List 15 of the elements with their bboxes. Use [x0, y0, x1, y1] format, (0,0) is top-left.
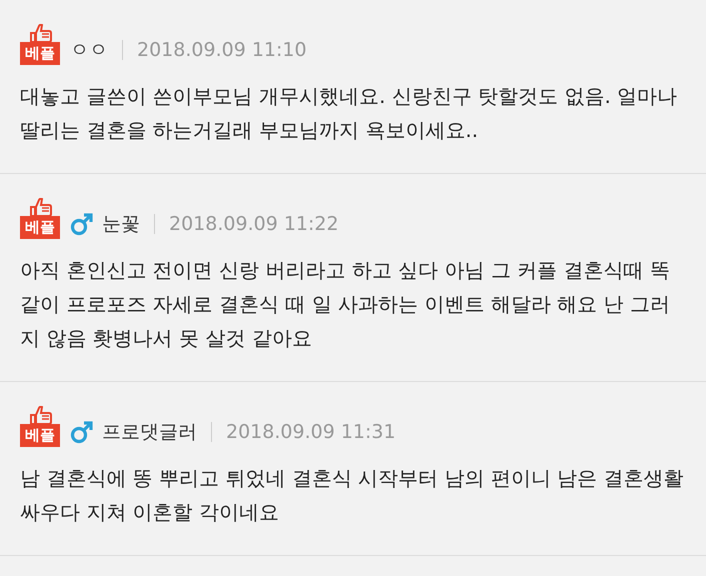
thumbs-up-icon — [30, 24, 52, 42]
author-name: 눈꽃 — [102, 212, 140, 237]
comment-text: 아직 혼인신고 전이면 신랑 버리라고 하고 싶다 아님 그 커플 결혼식때 똑같이 프로포즈 자세로 결혼식 때 일 사과하는 이벤트 해달라 해요 난 그러지 않음 홧병나서 못 살것 같아요 — [20, 257, 671, 352]
comment-date: 2018.09.09 11:10 — [137, 39, 307, 61]
author-name: ㅇㅇ — [70, 38, 108, 63]
comment-date: 2018.09.09 11:31 — [226, 421, 396, 443]
best-reply-badge: 베플 — [20, 216, 60, 239]
comment-text: 남 결혼식에 똥 뿌리고 튀었네 결혼식 시작부터 남의 편이니 남은 결혼생활 싸우다 지쳐 이혼할 각이네요 — [20, 465, 685, 526]
thumbs-up-icon — [30, 198, 52, 216]
author-name: 프로댓글러 — [102, 420, 197, 445]
best-reply-badge: 베플 — [20, 424, 60, 447]
best-reply-badge: 베플 — [20, 42, 60, 65]
thumbs-up-icon — [30, 406, 52, 424]
comment-date: 2018.09.09 11:22 — [169, 213, 339, 235]
comment-text: 대놓고 글쓴이 쓴이부모님 개무시했네요. 신랑친구 탓할것도 없음. 얼마나 딸리는 결혼을 하는거길래 부모님까지 욕보이세요.. — [20, 83, 678, 144]
